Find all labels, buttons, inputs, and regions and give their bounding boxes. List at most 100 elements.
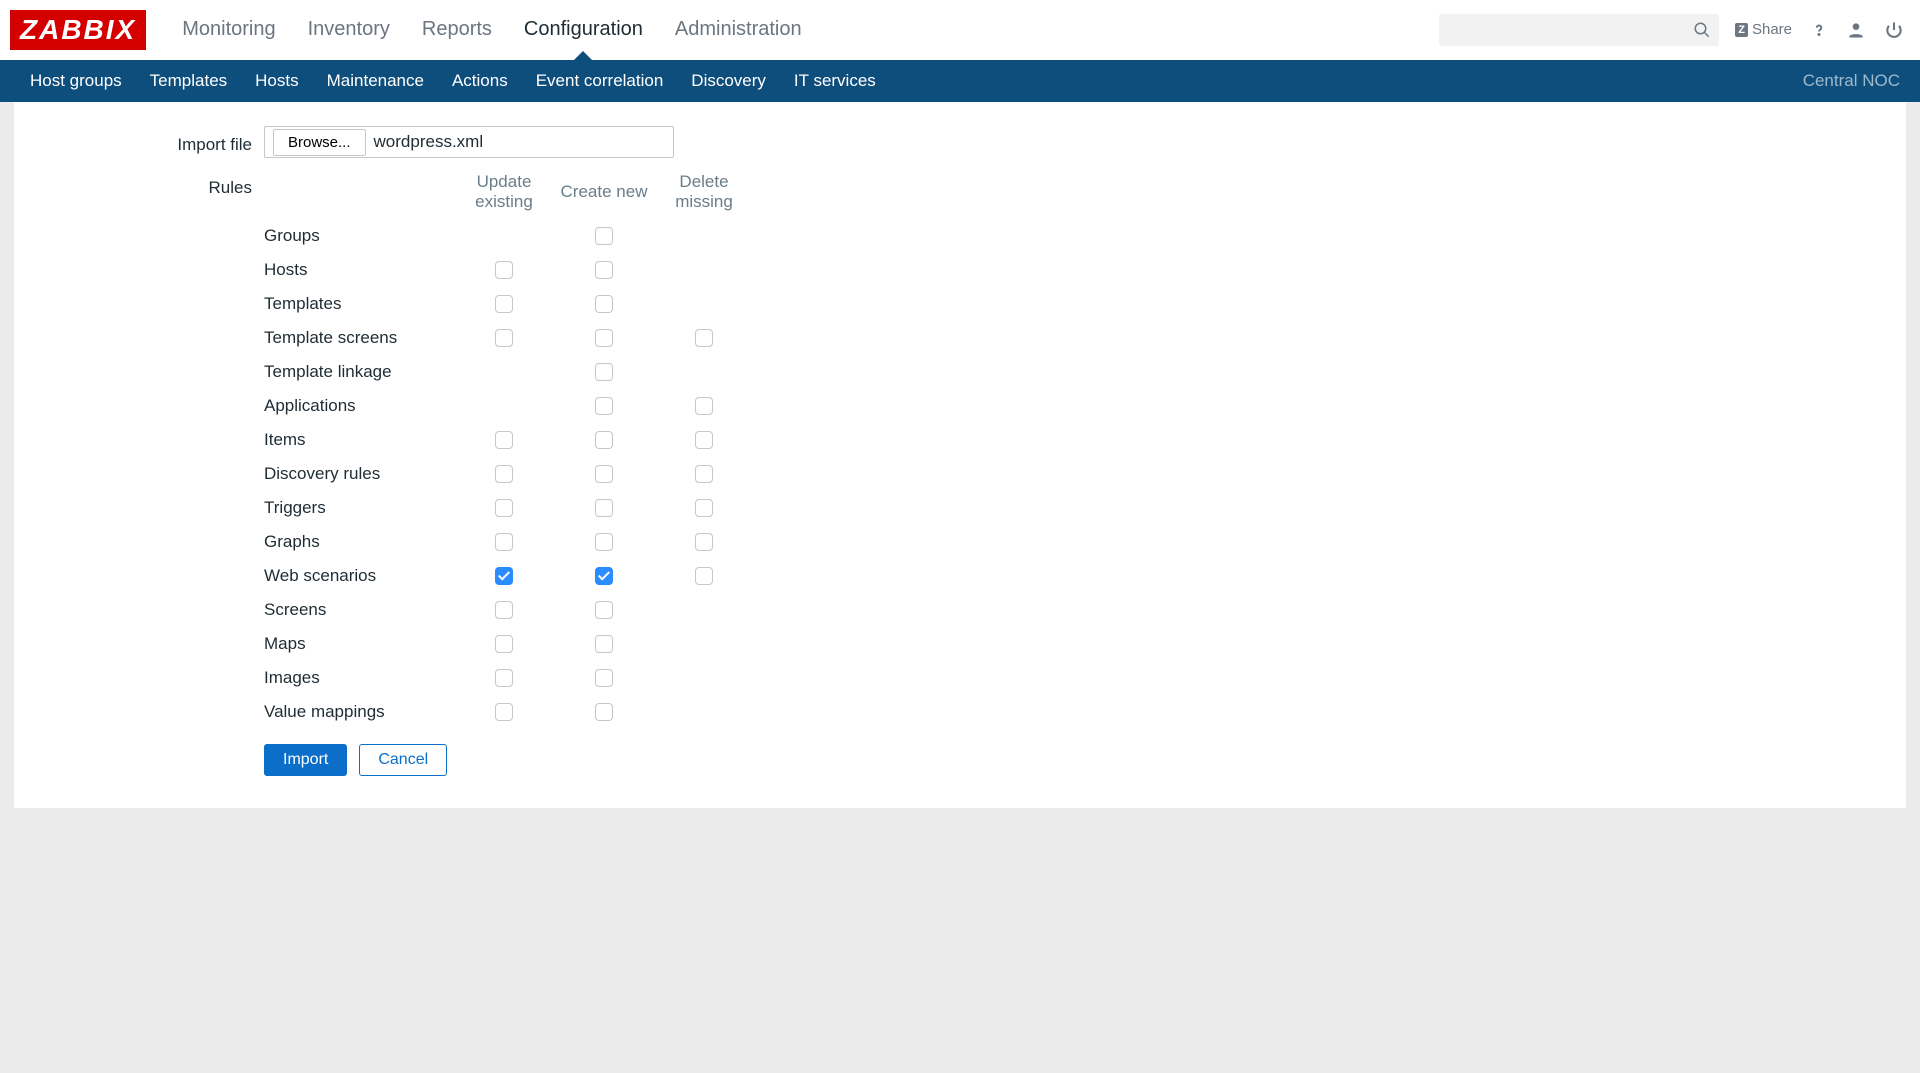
rules-checkbox-delete[interactable]	[695, 533, 713, 551]
rules-cell	[654, 397, 754, 415]
rules-cell	[654, 329, 754, 347]
rules-checkbox-update[interactable]	[495, 567, 513, 585]
mainnav-item-administration[interactable]: Administration	[659, 0, 818, 60]
rules-checkbox-create[interactable]	[595, 397, 613, 415]
rules-cell	[554, 635, 654, 653]
rules-checkbox-delete[interactable]	[695, 329, 713, 347]
subnav-item-host-groups[interactable]: Host groups	[16, 71, 136, 91]
rules-cell	[654, 431, 754, 449]
rules-checkbox-update[interactable]	[495, 295, 513, 313]
rules-col-create: Create new	[554, 182, 654, 202]
rules-row-label: Hosts	[264, 260, 454, 280]
rules-cell	[554, 703, 654, 721]
rules-checkbox-create[interactable]	[595, 499, 613, 517]
rules-checkbox-update[interactable]	[495, 601, 513, 619]
subnav-item-hosts[interactable]: Hosts	[241, 71, 312, 91]
subnav-item-discovery[interactable]: Discovery	[677, 71, 780, 91]
rules-checkbox-delete[interactable]	[695, 431, 713, 449]
main-nav: MonitoringInventoryReportsConfigurationA…	[166, 0, 817, 60]
import-file-label: Import file	[14, 129, 264, 155]
rules-checkbox-create[interactable]	[595, 669, 613, 687]
mainnav-item-reports[interactable]: Reports	[406, 0, 508, 60]
share-button[interactable]: Z Share	[1735, 21, 1792, 38]
selected-file-name: wordpress.xml	[374, 132, 484, 152]
rules-cell	[654, 499, 754, 517]
subnav-item-event-correlation[interactable]: Event correlation	[522, 71, 678, 91]
import-button[interactable]: Import	[264, 744, 347, 776]
search-box[interactable]	[1439, 14, 1719, 46]
rules-cell	[554, 227, 654, 245]
rules-row-label: Template screens	[264, 328, 454, 348]
rules-cell	[454, 601, 554, 619]
top-icons: Z Share	[1735, 19, 1904, 41]
rules-checkbox-create[interactable]	[595, 567, 613, 585]
rules-checkbox-update[interactable]	[495, 703, 513, 721]
user-icon[interactable]	[1846, 20, 1866, 40]
rules-cell	[454, 329, 554, 347]
page-body: Import file Browse... wordpress.xml Rule…	[0, 102, 1920, 1073]
subnav-item-maintenance[interactable]: Maintenance	[313, 71, 438, 91]
rules-cell	[654, 533, 754, 551]
rules-checkbox-update[interactable]	[495, 329, 513, 347]
rules-checkbox-update[interactable]	[495, 533, 513, 551]
rules-checkbox-update[interactable]	[495, 499, 513, 517]
browse-button[interactable]: Browse...	[273, 129, 366, 156]
rules-cell	[554, 601, 654, 619]
rules-checkbox-create[interactable]	[595, 601, 613, 619]
rules-cell	[454, 533, 554, 551]
rules-checkbox-update[interactable]	[495, 465, 513, 483]
rules-checkbox-create[interactable]	[595, 329, 613, 347]
mainnav-item-inventory[interactable]: Inventory	[292, 0, 406, 60]
rules-cell	[454, 431, 554, 449]
rules-checkbox-update[interactable]	[495, 261, 513, 279]
rules-checkbox-create[interactable]	[595, 635, 613, 653]
rules-checkbox-create[interactable]	[595, 533, 613, 551]
mainnav-item-monitoring[interactable]: Monitoring	[166, 0, 291, 60]
subnav-item-it-services[interactable]: IT services	[780, 71, 890, 91]
rules-row-label: Web scenarios	[264, 566, 454, 586]
rules-cell	[654, 567, 754, 585]
rules-checkbox-delete[interactable]	[695, 397, 713, 415]
logo[interactable]: ZABBIX	[10, 10, 146, 50]
rules-cell	[554, 533, 654, 551]
rules-checkbox-update[interactable]	[495, 635, 513, 653]
rules-row-label: Screens	[264, 600, 454, 620]
topbar: ZABBIX MonitoringInventoryReportsConfigu…	[0, 0, 1920, 60]
mainnav-item-configuration[interactable]: Configuration	[508, 0, 659, 60]
search-icon[interactable]	[1693, 21, 1711, 39]
power-icon[interactable]	[1884, 20, 1904, 40]
rules-checkbox-create[interactable]	[595, 261, 613, 279]
rules-checkbox-create[interactable]	[595, 431, 613, 449]
rules-checkbox-delete[interactable]	[695, 567, 713, 585]
rules-row-label: Value mappings	[264, 702, 454, 722]
help-icon[interactable]	[1810, 19, 1828, 41]
rules-row-label: Items	[264, 430, 454, 450]
file-field[interactable]: Browse... wordpress.xml	[264, 126, 674, 158]
rules-checkbox-delete[interactable]	[695, 499, 713, 517]
rules-cell	[554, 669, 654, 687]
rules-cell	[554, 397, 654, 415]
search-input[interactable]	[1447, 22, 1693, 38]
rules-checkbox-create[interactable]	[595, 227, 613, 245]
rules-checkbox-create[interactable]	[595, 295, 613, 313]
rules-checkbox-update[interactable]	[495, 669, 513, 687]
rules-checkbox-create[interactable]	[595, 703, 613, 721]
rules-cell	[454, 567, 554, 585]
rules-checkbox-update[interactable]	[495, 431, 513, 449]
rules-checkbox-delete[interactable]	[695, 465, 713, 483]
rules-checkbox-create[interactable]	[595, 363, 613, 381]
rules-label: Rules	[14, 172, 264, 198]
sub-nav: Host groupsTemplatesHostsMaintenanceActi…	[0, 60, 1920, 102]
rules-row-label: Groups	[264, 226, 454, 246]
cancel-button[interactable]: Cancel	[359, 744, 447, 776]
subnav-right-label: Central NOC	[1803, 71, 1904, 91]
rules-row-label: Triggers	[264, 498, 454, 518]
rules-checkbox-create[interactable]	[595, 465, 613, 483]
rules-cell	[554, 499, 654, 517]
subnav-item-actions[interactable]: Actions	[438, 71, 522, 91]
rules-cell	[554, 329, 654, 347]
subnav-item-templates[interactable]: Templates	[136, 71, 241, 91]
rules-cell	[454, 703, 554, 721]
rules-cell	[554, 465, 654, 483]
rules-cell	[454, 635, 554, 653]
